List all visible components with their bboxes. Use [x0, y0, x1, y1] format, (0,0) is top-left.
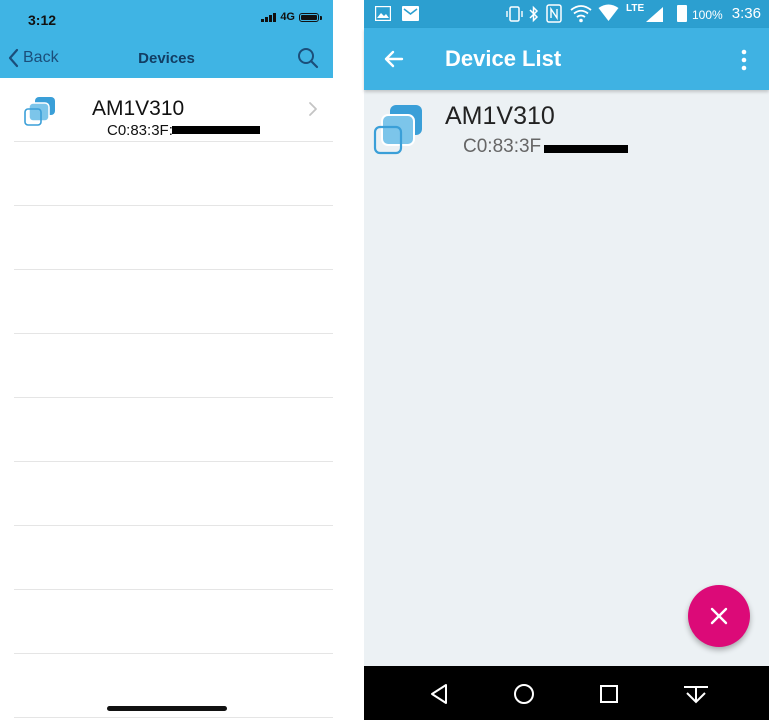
empty-list-row	[14, 398, 333, 462]
nav-recents-icon[interactable]	[597, 682, 621, 706]
mail-notification-icon	[402, 6, 419, 21]
empty-list-row	[14, 526, 333, 590]
status-time: 3:12	[28, 12, 57, 28]
page-title: Device List	[445, 46, 562, 71]
cellular-signal-icon	[646, 7, 663, 22]
cellular-signal-icon	[261, 12, 277, 22]
android-screen: LTE 100% 3:36 Device List AM1V310 C0:83:…	[364, 0, 769, 720]
battery-icon	[677, 5, 687, 22]
empty-list-row	[14, 462, 333, 526]
search-icon[interactable]	[297, 47, 319, 69]
device-name[interactable]: AM1V310	[445, 102, 555, 131]
arrow-back-icon[interactable]	[382, 47, 406, 71]
empty-list-row	[14, 590, 333, 654]
gallery-notification-icon	[375, 6, 391, 21]
page-title: Devices	[138, 50, 195, 67]
device-mac-address: C0:83:3F:	[107, 122, 173, 139]
vibrate-icon	[506, 6, 523, 22]
empty-list-row	[14, 270, 333, 334]
status-time: 3:36	[731, 5, 761, 22]
redaction-bar	[172, 126, 260, 134]
battery-percent: 100%	[692, 8, 723, 22]
ios-nav-header: 3:12 4G Back Devices	[0, 0, 333, 78]
battery-icon	[299, 12, 322, 22]
status-indicators: 4G	[261, 11, 322, 23]
nav-home-icon[interactable]	[512, 682, 536, 706]
network-type: 4G	[280, 11, 295, 23]
android-status-bar: LTE 100% 3:36	[364, 0, 769, 28]
nfc-icon	[546, 4, 562, 23]
empty-list-row	[14, 142, 333, 206]
bluetooth-icon	[529, 5, 539, 23]
redaction-bar	[544, 145, 628, 153]
wifi-icon	[598, 4, 619, 21]
close-fab-button[interactable]	[688, 585, 750, 647]
device-name: AM1V310	[92, 97, 185, 120]
network-type: LTE	[626, 3, 645, 14]
app-toolbar	[364, 28, 769, 90]
empty-list-row	[14, 334, 333, 398]
chevron-right-icon	[309, 102, 317, 116]
home-indicator[interactable]	[107, 706, 227, 711]
close-icon	[710, 607, 728, 625]
empty-list-row	[14, 206, 333, 270]
overflow-menu-icon[interactable]	[738, 48, 750, 72]
device-mac-address: C0:83:3F	[463, 136, 542, 157]
android-nav-bar	[364, 666, 769, 720]
device-icon	[24, 97, 55, 126]
wifi-calling-icon	[570, 5, 592, 23]
device-icon	[373, 105, 422, 155]
ios-screen: 3:12 4G Back Devices AM1V310 C0:83:3F:	[0, 0, 333, 720]
hide-nav-bar-icon[interactable]	[682, 682, 710, 706]
nav-back-icon[interactable]	[427, 682, 451, 706]
